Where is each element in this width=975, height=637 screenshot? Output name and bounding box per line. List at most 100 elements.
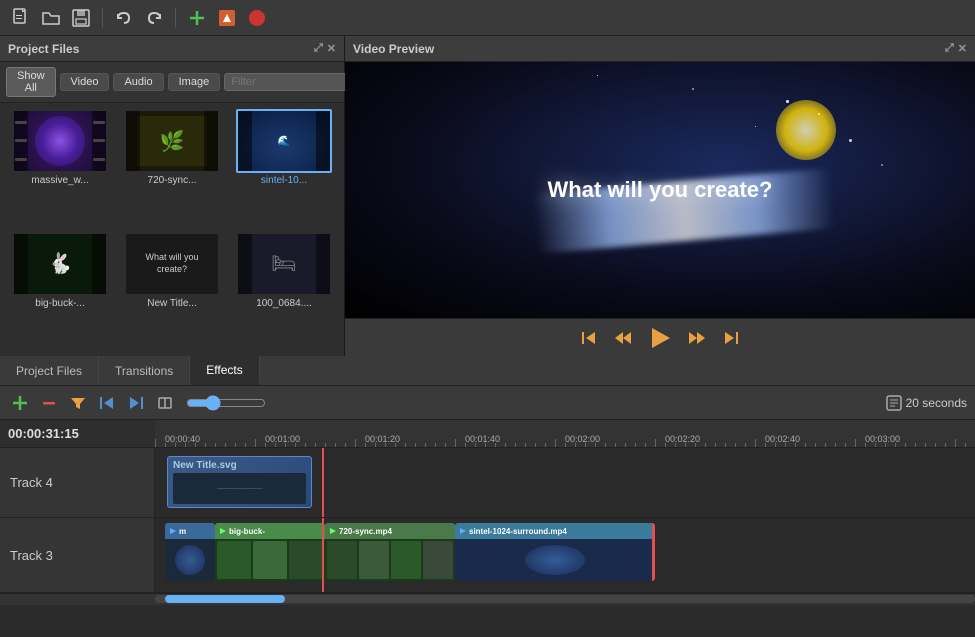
video-clip-sintel[interactable]: sintel-1024-surround.mp4 — [455, 523, 655, 581]
video-clip-m[interactable]: m — [165, 523, 215, 581]
file-name-100684: 100_0684.... — [256, 298, 312, 309]
timeline: 00:00:31:15 00:00:40 00:01:00 00:01:20 0… — [0, 420, 975, 605]
video-clip-720sync[interactable]: 720-sync.mp4 — [325, 523, 455, 581]
file-item-newtitle[interactable]: What will you create? New Title... — [118, 232, 226, 351]
file-item-bigbuck[interactable]: 🐇 big-buck-... — [6, 232, 114, 351]
image-filter-button[interactable]: Image — [168, 73, 221, 91]
fast-forward-button[interactable] — [687, 328, 707, 348]
export-button[interactable] — [214, 5, 240, 31]
project-files-title: Project Files — [8, 42, 79, 56]
tick-marks — [155, 439, 975, 447]
redo-button[interactable] — [141, 5, 167, 31]
preview-text: What will you create? — [548, 177, 773, 203]
tab-project-files[interactable]: Project Files — [0, 356, 99, 385]
audio-filter-button[interactable]: Audio — [113, 73, 163, 91]
main-area: Project Files ⤢ ✕ Show All Video Audio I… — [0, 36, 975, 356]
jump-start-button[interactable] — [95, 391, 119, 415]
preview-screen: What will you create? — [345, 62, 975, 318]
video-filter-button[interactable]: Video — [60, 73, 110, 91]
timeline-toolbar: 20 seconds — [0, 386, 975, 420]
clip-end-marker — [652, 523, 655, 581]
toolbar-separator-2 — [175, 8, 176, 28]
file-item-720sync[interactable]: 🌿 720-sync... — [118, 109, 226, 228]
record-button[interactable] — [244, 5, 270, 31]
file-thumb-720sync: 🌿 — [124, 109, 220, 173]
panel-close-icon[interactable]: ✕ — [327, 42, 336, 55]
horizontal-scrollbar[interactable] — [0, 593, 975, 605]
track-3-content: m big-buck- — [155, 518, 975, 592]
file-thumb-bigbuck: 🐇 — [12, 232, 108, 296]
video-clip-sintel-header: sintel-1024-surround.mp4 — [455, 523, 655, 539]
rewind-button[interactable] — [613, 328, 633, 348]
scroll-track — [155, 595, 975, 603]
skip-end-button[interactable] — [721, 328, 741, 348]
skip-start-button[interactable] — [579, 328, 599, 348]
remove-clip-button[interactable] — [37, 391, 61, 415]
play-button[interactable] — [647, 325, 673, 351]
scroll-thumb[interactable] — [165, 595, 285, 603]
track-3-label: Track 3 — [0, 518, 155, 592]
file-item-massive[interactable]: massive_w... — [6, 109, 114, 228]
file-thumb-100684: 🛏 — [236, 232, 332, 296]
preview-title: Video Preview — [353, 42, 434, 56]
preview-close-icon[interactable]: ✕ — [958, 42, 967, 55]
tab-effects[interactable]: Effects — [190, 356, 259, 385]
track-row-4: Track 4 New Title.svg ─── ─── ─── — [0, 448, 975, 518]
save-file-button[interactable] — [68, 5, 94, 31]
add-track-button[interactable] — [184, 5, 210, 31]
file-name-bigbuck: big-buck-... — [35, 298, 84, 309]
file-thumb-newtitle: What will you create? — [124, 232, 220, 296]
file-item-100684[interactable]: 🛏 100_0684.... — [230, 232, 338, 351]
video-clip-sintel-body — [455, 539, 655, 581]
file-thumb-sintel: 🌊 — [236, 109, 332, 173]
video-clip-720sync-body — [325, 539, 455, 581]
track-4-label: Track 4 — [0, 448, 155, 517]
file-grid: massive_w... 🌿 720-sync... — [0, 103, 344, 356]
zoom-seconds: 20 seconds — [906, 396, 967, 410]
zoom-slider[interactable] — [186, 395, 266, 411]
show-all-button[interactable]: Show All — [6, 67, 56, 97]
title-clip-newtitle[interactable]: New Title.svg ─── ─── ─── — [167, 456, 312, 508]
preview-controls — [345, 318, 975, 356]
track-3-name: Track 3 — [10, 548, 53, 563]
track-4-content: New Title.svg ─── ─── ─── — [155, 448, 975, 517]
jump-end-button[interactable] — [124, 391, 148, 415]
tab-transitions[interactable]: Transitions — [99, 356, 190, 385]
new-file-button[interactable] — [8, 5, 34, 31]
open-file-button[interactable] — [38, 5, 64, 31]
tracks-area: Track 4 New Title.svg ─── ─── ─── — [0, 448, 975, 593]
video-clip-m-name: m — [179, 527, 186, 536]
file-item-sintel[interactable]: 🌊 sintel-10... — [230, 109, 338, 228]
title-clip-preview: ─── ─── ─── — [173, 473, 306, 504]
panel-header-icons: ⤢ ✕ — [314, 42, 336, 55]
preview-resize-icon: ⤢ — [945, 42, 954, 55]
file-name-720sync: 720-sync... — [148, 175, 197, 186]
video-clip-720sync-header: 720-sync.mp4 — [325, 523, 455, 539]
filter-bar: Show All Video Audio Image 🖊 — [0, 62, 344, 103]
video-clip-bigbuck[interactable]: big-buck- — [215, 523, 325, 581]
video-clip-m-body — [165, 539, 215, 581]
file-name-massive: massive_w... — [31, 175, 88, 186]
file-name-sintel: sintel-10... — [261, 175, 307, 186]
video-clip-bigbuck-header: big-buck- — [215, 523, 325, 539]
playhead-time: 00:00:31:15 — [0, 420, 155, 447]
video-clip-m-header: m — [165, 523, 215, 539]
video-clip-720sync-name: 720-sync.mp4 — [339, 527, 392, 536]
video-clip-sintel-name: sintel-1024-surround.mp4 — [469, 527, 567, 536]
add-clip-button[interactable] — [8, 391, 32, 415]
filter-button[interactable] — [66, 391, 90, 415]
preview-header: Video Preview ⤢ ✕ — [345, 36, 975, 62]
video-preview-panel: Video Preview ⤢ ✕ What will you create? — [345, 36, 975, 356]
time-ruler: 00:00:31:15 00:00:40 00:01:00 00:01:20 0… — [0, 420, 975, 448]
track-4-name: Track 4 — [10, 475, 53, 490]
project-files-panel: Project Files ⤢ ✕ Show All Video Audio I… — [0, 36, 345, 356]
center-playhead-button[interactable] — [153, 391, 177, 415]
file-name-newtitle: New Title... — [147, 298, 196, 309]
toolbar-separator-1 — [102, 8, 103, 28]
video-clip-bigbuck-name: big-buck- — [229, 527, 265, 536]
project-files-header: Project Files ⤢ ✕ — [0, 36, 344, 62]
tab-bar: Project Files Transitions Effects — [0, 356, 975, 386]
file-thumb-massive — [12, 109, 108, 173]
undo-button[interactable] — [111, 5, 137, 31]
main-toolbar — [0, 0, 975, 36]
